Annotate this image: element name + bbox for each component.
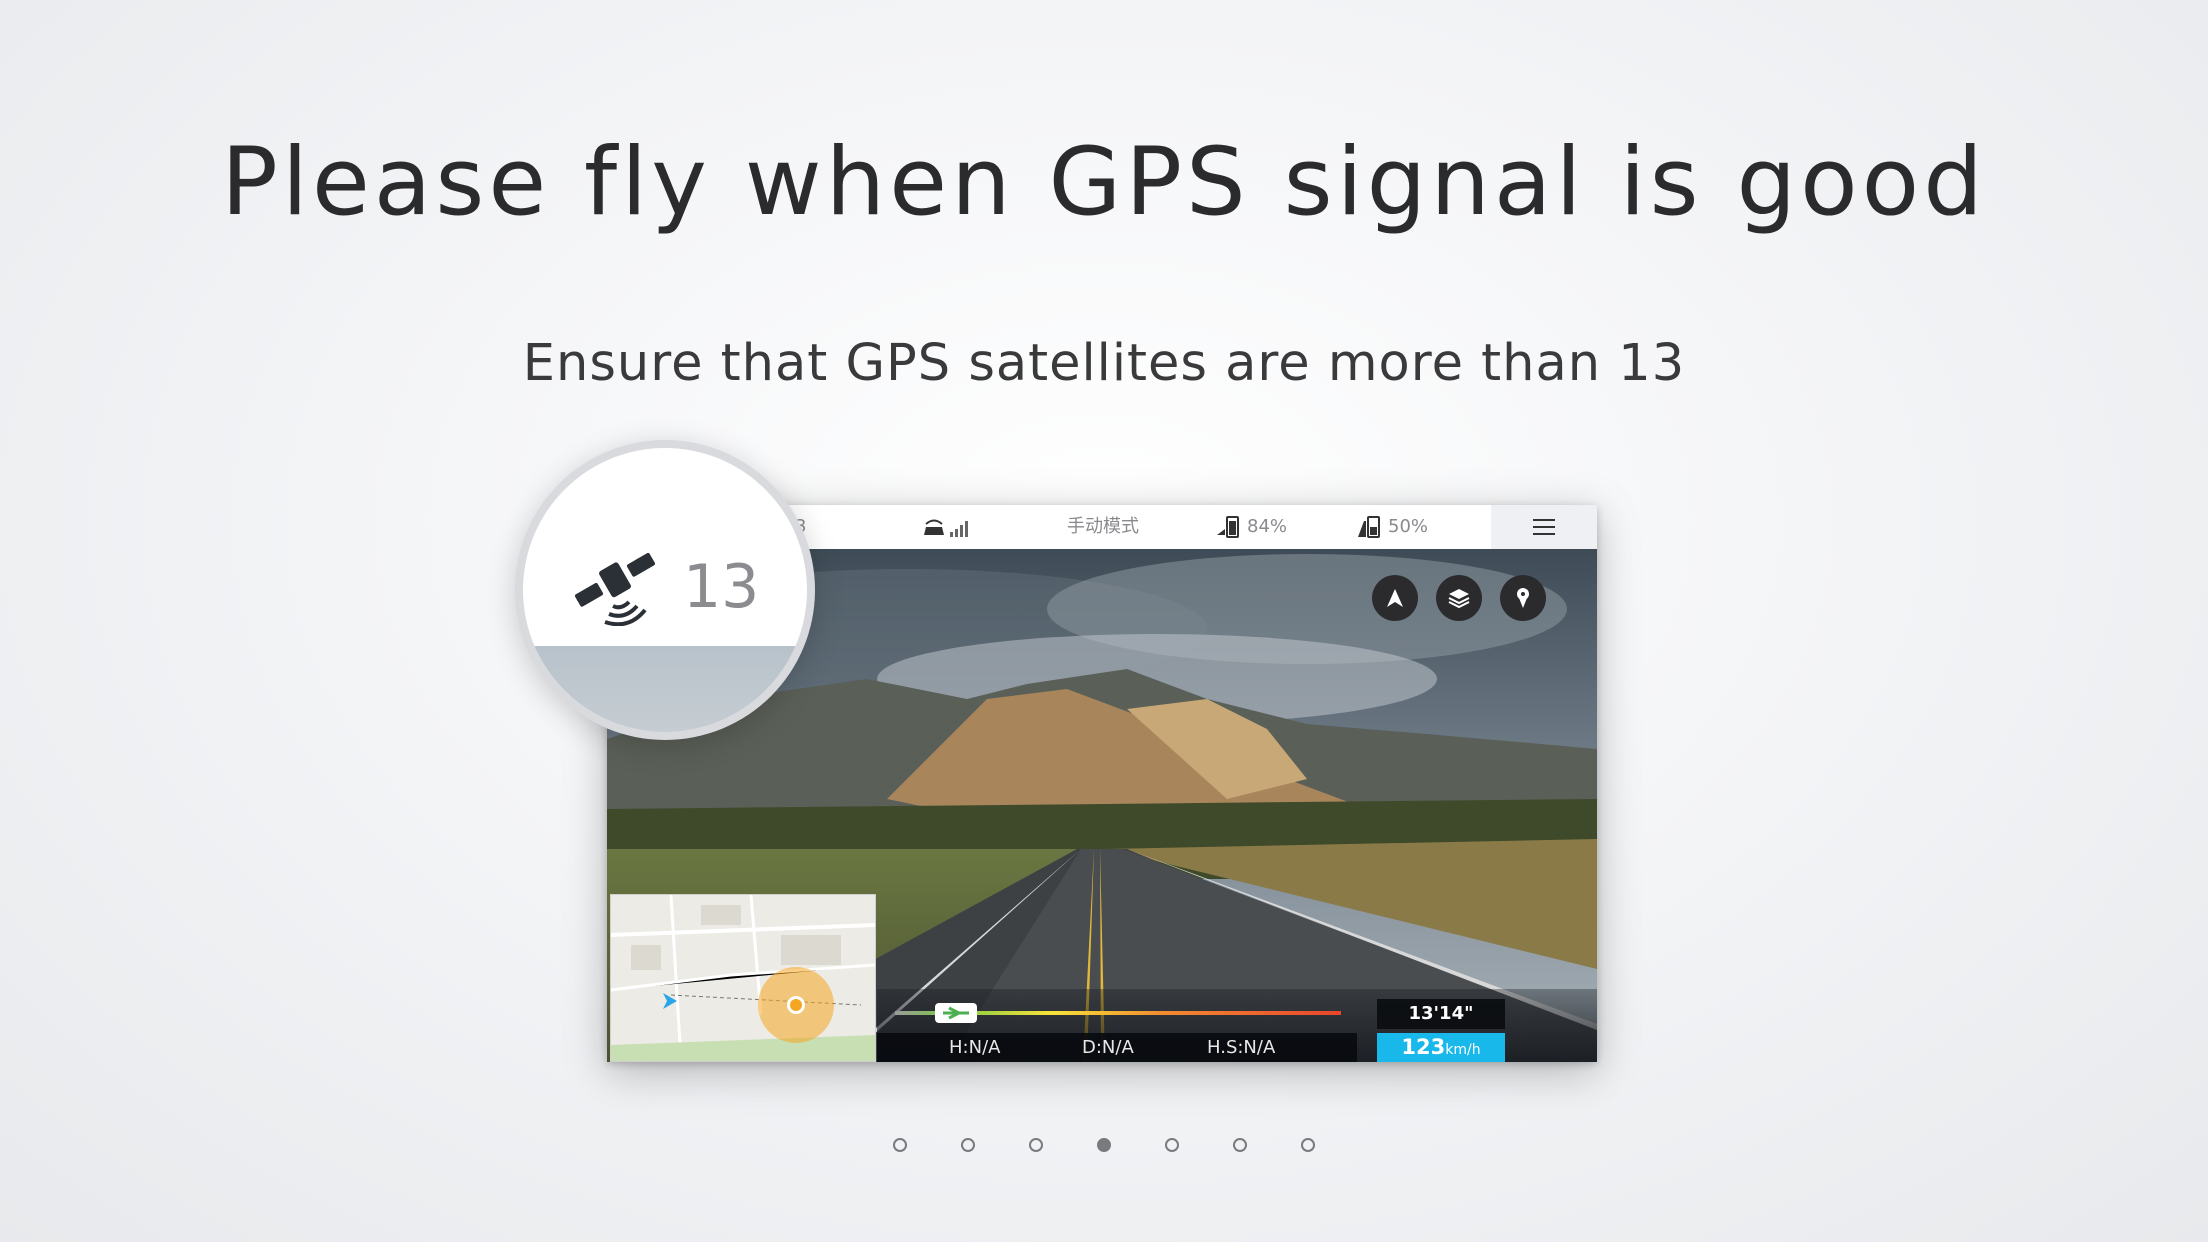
page-dot[interactable] [1301,1138,1315,1152]
battery-timeline [895,1003,1341,1023]
satellite-icon [574,552,656,626]
drone-battery: 50% [1356,505,1428,549]
magnified-sky [523,646,807,732]
gps-magnifier: 13 [515,440,815,740]
telemetry-readouts: H:N/A D:N/A H.S:N/A [877,1033,1357,1062]
navigation-button[interactable] [1372,575,1418,621]
page-dot-active[interactable] [1097,1138,1111,1152]
page-dot[interactable] [893,1138,907,1152]
hamburger-icon [1533,526,1555,528]
satellite-count: 13 [683,552,760,622]
map-canvas [611,895,875,1061]
phone-battery-value: 84% [1247,516,1288,537]
map-layers-button[interactable] [1436,575,1482,621]
page-dot[interactable] [1029,1138,1043,1152]
height-readout: H:N/A [949,1037,1001,1058]
layers-icon [1448,589,1470,609]
speed-unit: km/h [1445,1042,1481,1058]
page-dot[interactable] [961,1138,975,1152]
speed-value: 123 [1401,1035,1446,1059]
signal-indicator [922,505,974,549]
home-marker [790,999,802,1011]
phone-battery-icon [1217,516,1239,538]
drone-battery-icon [1358,516,1380,538]
remote-signal-icon [924,519,968,537]
telemetry-panel: H:N/A D:N/A H.S:N/A 13'14" 123km/h [877,989,1597,1062]
mini-map[interactable] [610,894,876,1062]
navigation-arrow-icon [1387,589,1403,607]
page-subtitle: Ensure that GPS satellites are more than… [522,334,1686,393]
drone-battery-value: 50% [1388,516,1429,537]
phone-battery: 84% [1215,505,1287,549]
page-dot[interactable] [1233,1138,1247,1152]
speed-readout: 123km/h [1377,1033,1505,1062]
flight-time: 13'14" [1377,999,1505,1029]
distance-readout: D:N/A [1082,1037,1134,1058]
page-indicator [0,1138,2208,1152]
location-pin-button[interactable] [1500,575,1546,621]
menu-button[interactable] [1491,505,1597,549]
location-pin-icon [1517,588,1529,608]
page-title: Please fly when GPS signal is good [221,128,1987,237]
horizontal-speed-readout: H.S:N/A [1207,1037,1276,1058]
page-dot[interactable] [1165,1138,1179,1152]
flight-mode-label: 手动模式 [1067,516,1139,537]
